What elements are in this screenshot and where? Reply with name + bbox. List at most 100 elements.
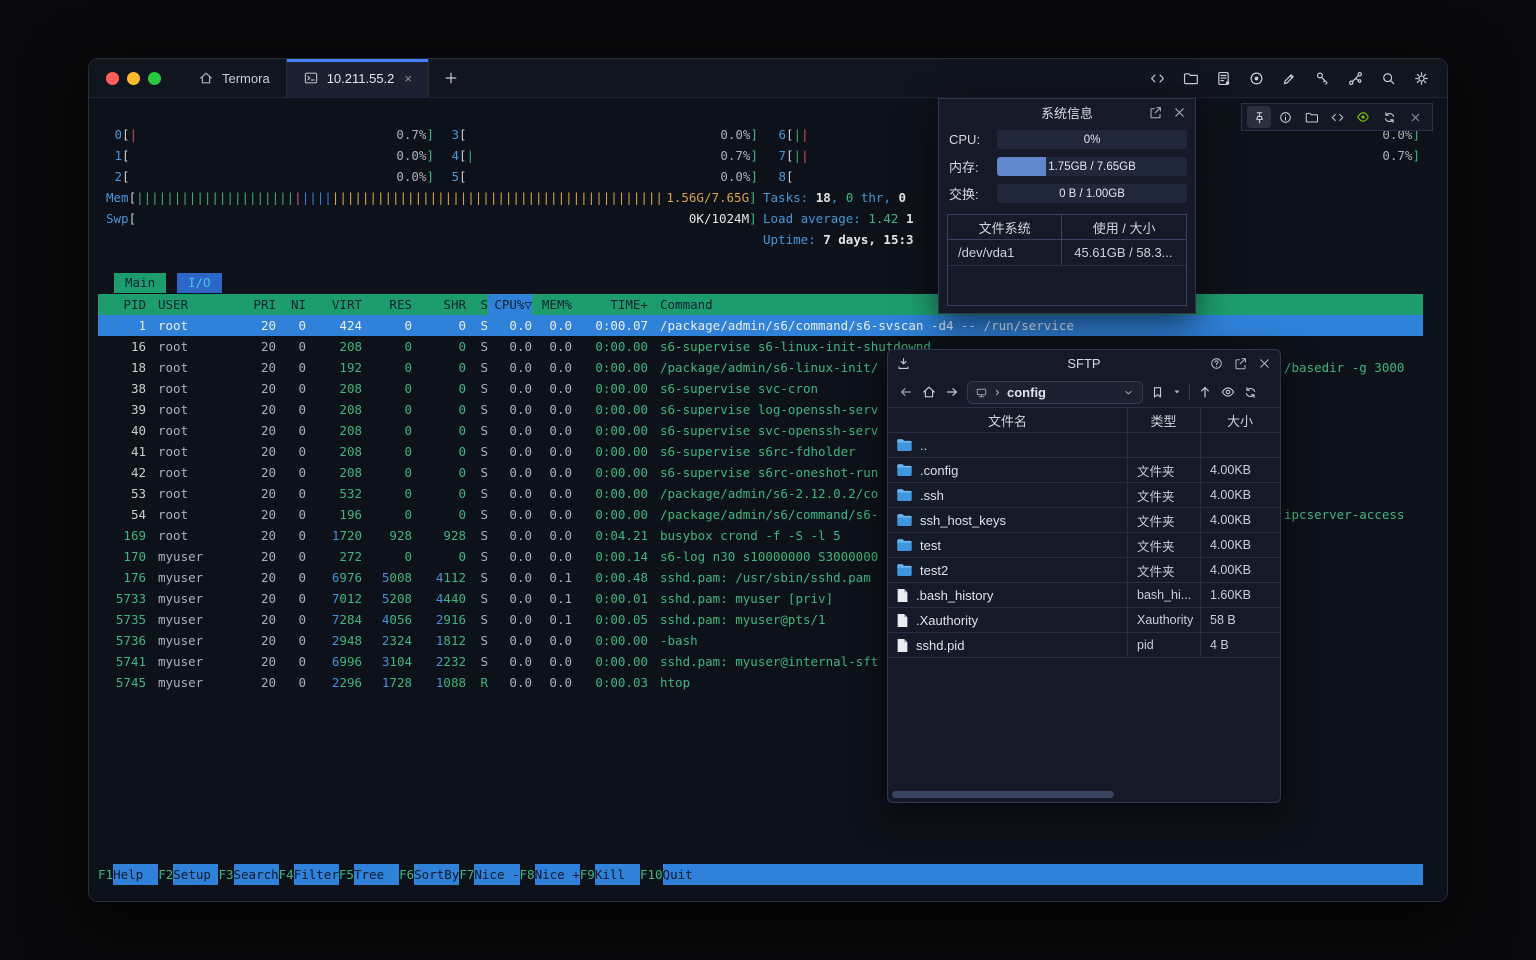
file-row[interactable]: .config文件夹4.00KB (888, 458, 1280, 483)
chevron-down-icon[interactable] (1122, 386, 1135, 399)
new-tab-button[interactable] (429, 59, 473, 97)
fnkey-f9[interactable]: F9 (580, 864, 595, 885)
fnkey-f7[interactable]: F7 (459, 864, 474, 885)
fnlabel-tree[interactable]: Tree (354, 864, 399, 885)
process-table-header[interactable]: PIDUSERPRINIVIRTRESSHRSCPU%▽MEM%TIME+Com… (98, 294, 1423, 315)
file-name: ssh_host_keys (920, 513, 1006, 528)
close-window-button[interactable] (106, 72, 119, 85)
back-icon[interactable] (898, 384, 914, 400)
swap-meter: Swp[0K/1024M] (106, 208, 757, 229)
file-row[interactable]: .bash_historybash_hi...1.60KB (888, 583, 1280, 608)
info-icon[interactable] (1273, 106, 1297, 128)
key-icon[interactable] (1310, 66, 1334, 90)
fnlabel-filter[interactable]: Filter (294, 864, 339, 885)
bookmark-icon[interactable] (1150, 385, 1165, 400)
upload-icon[interactable] (1197, 384, 1213, 400)
close-tab-icon[interactable]: × (404, 71, 412, 86)
notes-icon[interactable] (1211, 66, 1235, 90)
col-type[interactable]: 类型 (1127, 408, 1200, 432)
edit-icon[interactable] (1277, 66, 1301, 90)
fnkey-f5[interactable]: F5 (339, 864, 354, 885)
fnkey-f1[interactable]: F1 (98, 864, 113, 885)
file-size: 1.60KB (1200, 588, 1280, 602)
ps-col-user[interactable]: USER (146, 294, 238, 315)
sync-icon[interactable] (1377, 106, 1401, 128)
process-row-1[interactable]: 1root20042400S0.00.00:00.07/package/admi… (98, 315, 1423, 336)
fs-row[interactable]: /dev/vda1 45.61GB / 58.3... (948, 240, 1186, 266)
record-icon[interactable] (1244, 66, 1268, 90)
col-filename[interactable]: 文件名 (888, 408, 1127, 432)
ps-col-s[interactable]: S (466, 294, 488, 315)
fnlabel-sortby[interactable]: SortBy (414, 864, 459, 885)
fnlabel-nice-+[interactable]: Nice + (535, 864, 580, 885)
ps-col-pid[interactable]: PID (106, 294, 146, 315)
settings-gear-icon[interactable] (1409, 66, 1433, 90)
fnlabel-search[interactable]: Search (234, 864, 279, 885)
sftp-titlebar: SFTP (888, 350, 1280, 377)
file-row[interactable]: ssh_host_keys文件夹4.00KB (888, 508, 1280, 533)
pin-icon[interactable] (1247, 106, 1271, 128)
open-in-window-icon[interactable] (1148, 105, 1163, 120)
file-table-header[interactable]: 文件名 类型 大小 (888, 407, 1280, 433)
forward-icon[interactable] (944, 384, 960, 400)
memory-meter: Mem[||||||||||||||||||||||||||||||||||||… (106, 187, 757, 208)
fnlabel-kill[interactable]: Kill (595, 864, 640, 885)
close-icon[interactable] (1172, 105, 1187, 120)
file-type: pid (1127, 638, 1200, 652)
horizontal-scrollbar[interactable] (892, 791, 1114, 798)
ps-col-time+[interactable]: TIME+ (572, 294, 648, 315)
file-row[interactable]: test文件夹4.00KB (888, 533, 1280, 558)
fnkey-f10[interactable]: F10 (640, 864, 663, 885)
file-name: .Xauthority (916, 613, 978, 628)
fnkey-f3[interactable]: F3 (218, 864, 233, 885)
close-icon[interactable] (1403, 106, 1427, 128)
fnkey-f6[interactable]: F6 (399, 864, 414, 885)
file-row[interactable]: sshd.pidpid4 B (888, 633, 1280, 658)
folder-icon[interactable] (1299, 106, 1323, 128)
code-icon[interactable] (1325, 106, 1349, 128)
fnlabel-quit[interactable]: Quit (663, 864, 1423, 885)
cpu-meter: 5[0.0%] (443, 166, 758, 187)
caret-down-icon[interactable] (1172, 387, 1182, 397)
help-icon[interactable] (1209, 356, 1224, 371)
ps-col-res[interactable]: RES (362, 294, 412, 315)
ps-col-pri[interactable]: PRI (238, 294, 276, 315)
code-icon[interactable] (1145, 66, 1169, 90)
close-icon[interactable] (1257, 356, 1272, 371)
file-row[interactable]: .. (888, 433, 1280, 458)
keychain-icon[interactable] (1343, 66, 1367, 90)
fnkey-f8[interactable]: F8 (520, 864, 535, 885)
ps-col-mem%[interactable]: MEM% (532, 294, 572, 315)
fs-col-header: 文件系统 (948, 215, 1062, 239)
search-icon[interactable] (1376, 66, 1400, 90)
download-icon[interactable] (896, 350, 911, 377)
home-icon (198, 70, 214, 86)
fnkey-f2[interactable]: F2 (158, 864, 173, 885)
home-icon[interactable] (921, 384, 937, 400)
fnlabel-nice--[interactable]: Nice - (474, 864, 519, 885)
fnkey-f4[interactable]: F4 (279, 864, 294, 885)
path-breadcrumb[interactable]: config (967, 381, 1143, 404)
folder-icon[interactable] (1178, 66, 1202, 90)
nvidia-icon[interactable] (1351, 106, 1375, 128)
htop-tab-io[interactable]: I/O (177, 273, 222, 293)
tab-termora-home[interactable]: Termora (182, 59, 286, 97)
ps-col-ni[interactable]: NI (276, 294, 306, 315)
show-hidden-eye-icon[interactable] (1220, 384, 1236, 400)
refresh-icon[interactable] (1243, 385, 1258, 400)
fnlabel-help[interactable]: Help (113, 864, 158, 885)
ps-col-virt[interactable]: VIRT (306, 294, 362, 315)
file-type: 文件夹 (1127, 461, 1200, 480)
file-row[interactable]: test2文件夹4.00KB (888, 558, 1280, 583)
htop-tab-main[interactable]: Main (114, 273, 166, 293)
tab-session[interactable]: 10.211.55.2 × (286, 59, 429, 97)
zoom-window-button[interactable] (148, 72, 161, 85)
ps-col-shr[interactable]: SHR (412, 294, 466, 315)
file-row[interactable]: .XauthorityXauthority58 B (888, 608, 1280, 633)
minimize-window-button[interactable] (127, 72, 140, 85)
open-in-window-icon[interactable] (1233, 356, 1248, 371)
ps-col-cpu%[interactable]: CPU%▽ (488, 294, 532, 315)
file-row[interactable]: .ssh文件夹4.00KB (888, 483, 1280, 508)
fnlabel-setup[interactable]: Setup (173, 864, 218, 885)
col-size[interactable]: 大小 (1200, 408, 1280, 432)
